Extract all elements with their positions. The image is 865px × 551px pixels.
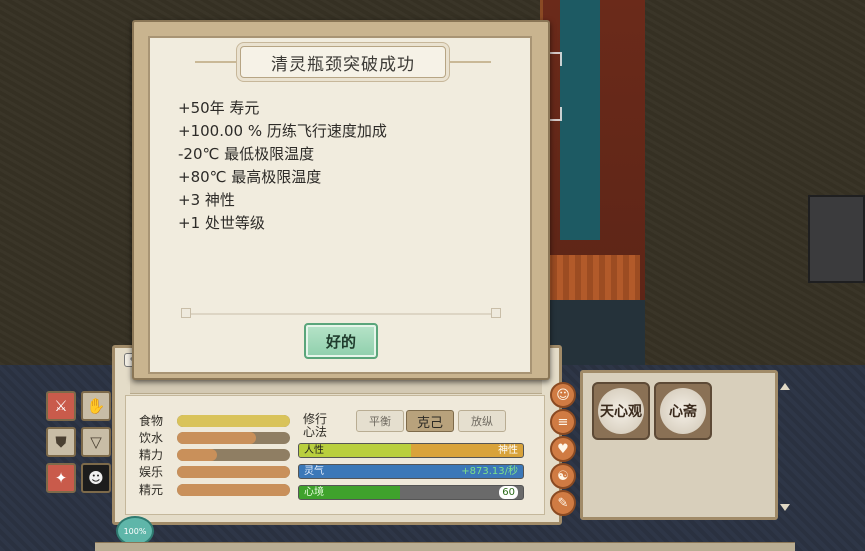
reward-list: +50年 寿元 +100.00 % 历练飞行速度加成 -20℃ 最低极限温度 +…: [178, 97, 387, 235]
tab-indulgence[interactable]: 放纵: [458, 410, 506, 432]
divinity-label: 神性: [498, 445, 518, 456]
ok-button-label: 好的: [325, 332, 356, 351]
need-fill: [177, 414, 290, 427]
reward-line: +100.00 % 历练飞行速度加成: [178, 122, 387, 140]
hand-icon[interactable]: ✋: [81, 391, 111, 421]
need-label: 精元: [139, 483, 164, 497]
mood-bar: 心境 60: [298, 485, 524, 500]
need-fill: [177, 483, 290, 496]
yinyang-icon[interactable]: ☯: [550, 463, 576, 489]
selection-bracket-tr: [548, 52, 562, 66]
tab-balance[interactable]: 平衡: [356, 410, 404, 432]
need-fill: [177, 448, 217, 461]
mood-value: 60: [499, 486, 518, 499]
spirit-energy-bar: 灵气 +873.13/秒: [298, 464, 524, 479]
need-label: 精力: [139, 448, 164, 462]
reward-line: +3 神性: [178, 191, 235, 209]
need-essence-bar: [177, 483, 290, 496]
need-essence-row: 精元: [139, 481, 290, 498]
sword-icon[interactable]: ⚔: [46, 391, 76, 421]
spirit-label: 灵气: [304, 466, 324, 477]
spirit-rate: +873.13/秒: [461, 466, 518, 477]
skill-tile-tianxinguan[interactable]: 天心观: [592, 382, 650, 440]
selection-bracket-br: [548, 107, 562, 121]
humanity-divinity-bar: 人性 神性: [298, 443, 524, 458]
reward-line: +1 处世等级: [178, 214, 265, 232]
ok-button[interactable]: 好的: [304, 323, 378, 359]
mood-label: 心境: [304, 487, 324, 498]
dialog-divider: [182, 313, 500, 315]
reward-line: +50年 寿元: [178, 99, 260, 117]
need-fun-row: 娱乐: [139, 463, 290, 480]
cup-icon[interactable]: ▽: [81, 427, 111, 457]
person-icon[interactable]: ✦: [46, 463, 76, 493]
need-fun-bar: [177, 465, 290, 478]
cultivation-method-label: 修行心法: [303, 412, 328, 439]
dialog-title-banner: 清灵瓶颈突破成功: [240, 46, 446, 78]
scroll-up-icon[interactable]: [780, 383, 790, 390]
need-energy-bar: [177, 448, 290, 461]
need-water-bar: [177, 431, 290, 444]
portrait-icon[interactable]: ☺: [550, 382, 576, 408]
list-icon[interactable]: ≡: [550, 409, 576, 435]
skill-label: 心斋: [660, 388, 706, 434]
dialog-title: 清灵瓶颈突破成功: [271, 54, 415, 75]
title-ornament-left: [195, 61, 240, 63]
need-fill: [177, 465, 290, 478]
need-food-bar: [177, 414, 290, 427]
skill-label: 天心观: [598, 388, 644, 434]
room-interior: [560, 0, 600, 240]
need-energy-row: 精力: [139, 446, 290, 463]
title-ornament-right: [446, 61, 491, 63]
scroll-icon[interactable]: ✎: [550, 490, 576, 516]
need-food-row: 食物: [139, 412, 290, 429]
skill-tile-xinzhai[interactable]: 心斋: [654, 382, 712, 440]
humanity-label: 人性: [304, 445, 324, 456]
divider-knob-left: [181, 308, 191, 318]
bottom-toolbar: [95, 542, 795, 551]
need-label: 娱乐: [139, 465, 164, 479]
need-label: 饮水: [139, 431, 164, 445]
need-fill: [177, 431, 257, 444]
need-label: 食物: [139, 414, 164, 428]
furniture-cabinet: [808, 195, 865, 283]
tab-restraint[interactable]: 克己: [406, 410, 454, 432]
need-water-row: 饮水: [139, 429, 290, 446]
heart-icon[interactable]: ♥: [550, 436, 576, 462]
reward-line: -20℃ 最低极限温度: [178, 145, 315, 163]
figure-icon[interactable]: ☻: [81, 463, 111, 493]
shield-icon[interactable]: ⛊: [46, 427, 76, 457]
divider-knob-right: [491, 308, 501, 318]
reward-line: +80℃ 最高极限温度: [178, 168, 322, 186]
scroll-down-icon[interactable]: [780, 504, 790, 511]
